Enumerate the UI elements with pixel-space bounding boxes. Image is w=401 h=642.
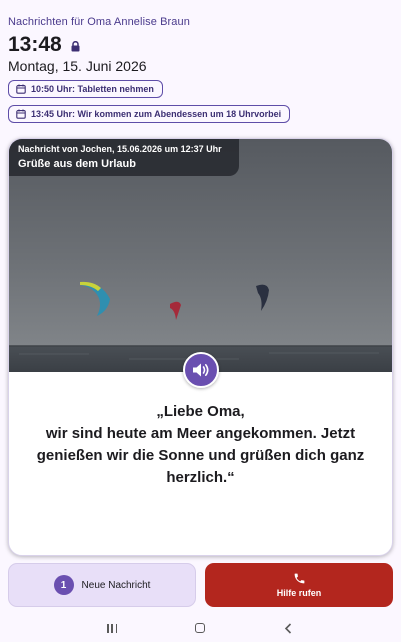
message-line: wir sind heute am Meer angekommen. Jetzt bbox=[45, 425, 356, 442]
calendar-icon bbox=[16, 84, 26, 94]
call-help-button[interactable]: Hilfe rufen bbox=[205, 563, 393, 607]
back-icon[interactable] bbox=[284, 623, 292, 634]
reminder-text: 10:50 Uhr: Tabletten nehmen bbox=[31, 84, 154, 94]
reminder-chip[interactable]: 10:50 Uhr: Tabletten nehmen bbox=[8, 80, 163, 98]
clock-time: 13:48 bbox=[8, 33, 62, 56]
new-message-count-badge: 1 bbox=[53, 575, 74, 595]
time-row: 13:48 bbox=[8, 33, 80, 57]
message-line: genießen wir die Sonne und grüßen dich g… bbox=[36, 447, 365, 464]
message-subject: Grüße aus dem Urlaub bbox=[18, 158, 136, 170]
recents-icon[interactable] bbox=[107, 624, 117, 634]
message-sender: Nachricht von Jochen, 15.06.2026 um 12:3… bbox=[18, 144, 222, 154]
message-card: Nachricht von Jochen, 15.06.2026 um 12:3… bbox=[8, 138, 393, 556]
read-aloud-button[interactable] bbox=[183, 352, 219, 388]
new-message-button[interactable]: 1 Neue Nachricht bbox=[8, 563, 196, 607]
system-navigation-bar bbox=[0, 618, 401, 642]
volume-icon bbox=[193, 363, 209, 377]
reminder-chip[interactable]: 13:45 Uhr: Wir kommen zum Abendessen um … bbox=[8, 105, 291, 123]
message-line: herzlich.“ bbox=[166, 469, 235, 486]
app-header-title: Nachrichten für Oma Annelise Braun bbox=[8, 16, 190, 28]
home-icon[interactable] bbox=[195, 623, 205, 633]
current-date: Montag, 15. Juni 2026 bbox=[8, 58, 147, 74]
reminder-text: 13:45 Uhr: Wir kommen zum Abendessen um … bbox=[31, 109, 282, 119]
message-header-overlay: Nachricht von Jochen, 15.06.2026 um 12:3… bbox=[9, 139, 239, 176]
call-help-label: Hilfe rufen bbox=[276, 588, 322, 598]
message-line: „Liebe Oma, bbox=[156, 403, 245, 420]
lock-icon bbox=[71, 40, 80, 51]
phone-icon bbox=[294, 573, 304, 584]
message-text: „Liebe Oma, wir sind heute am Meer angek… bbox=[9, 401, 392, 489]
new-message-label: Neue Nachricht bbox=[81, 579, 151, 591]
calendar-icon bbox=[16, 109, 26, 119]
